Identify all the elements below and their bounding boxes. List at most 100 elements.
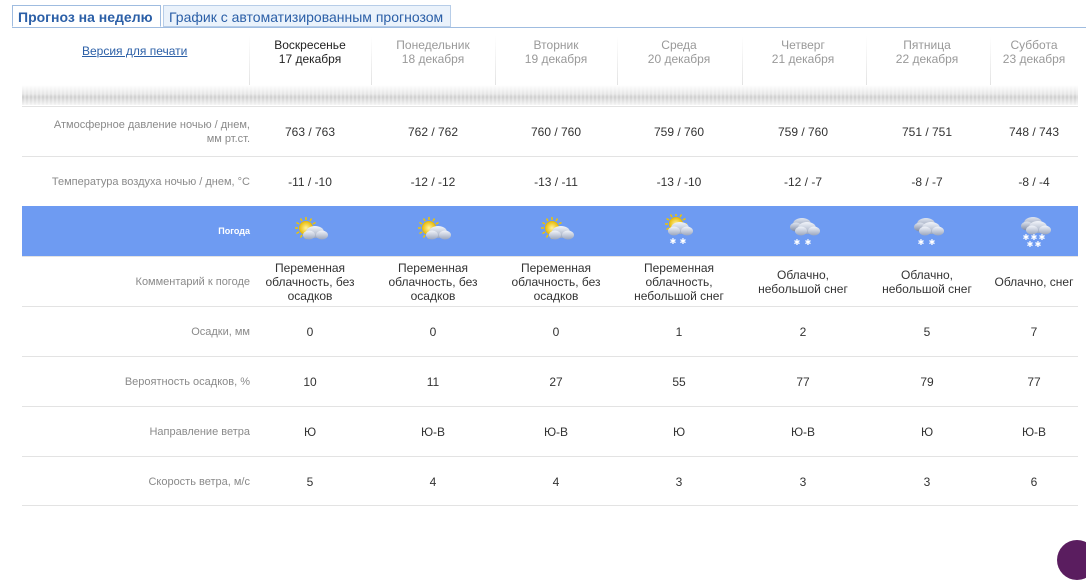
cell-temperature: -12 / -7	[743, 175, 863, 189]
day-name: Вторник	[533, 38, 579, 52]
cell-pressure: 763 / 763	[250, 125, 370, 139]
cell-wind-speed: 3	[867, 475, 987, 489]
cell-precip: 0	[250, 325, 370, 339]
cloudy-light-snow-icon: ✱ ✱	[783, 214, 823, 250]
cell-precip: 0	[496, 325, 616, 339]
cell-temperature: -13 / -11	[496, 175, 616, 189]
day-date: 18 декабря	[401, 52, 465, 66]
svg-text:✱: ✱	[794, 238, 801, 247]
cell-precip: 2	[743, 325, 863, 339]
day-date: 17 декабря	[278, 52, 342, 66]
row-label: Погода	[218, 224, 250, 238]
cell-line: Ю-В	[790, 425, 816, 439]
cell-comment: Облачно, небольшой снег	[743, 268, 863, 296]
cell-temperature: -11 / -10	[250, 175, 370, 189]
print-version-link[interactable]: Версия для печати	[82, 44, 187, 58]
cell-line: 1	[675, 325, 683, 339]
partly-cloudy-icon	[413, 214, 453, 250]
cell-line: Переменная	[521, 261, 591, 275]
cell-line: -8 / -7	[911, 175, 943, 189]
cell-line: 5	[923, 325, 931, 339]
row-wind-speed: Скорость ветра, м/с 5 4 4 3 3 3 6	[22, 456, 1078, 506]
cell-probability: 79	[867, 375, 987, 389]
cell-wind-dir: Ю	[619, 425, 739, 439]
day-date: 19 декабря	[524, 52, 588, 66]
cell-comment: Переменная облачность, без осадков	[373, 261, 493, 303]
cell-line: небольшой снег	[882, 282, 972, 296]
row-label-line: Комментарий к погоде	[135, 276, 250, 288]
cell-wind-speed: 3	[619, 475, 739, 489]
cell-line: 0	[429, 325, 437, 339]
svg-text:✱: ✱	[680, 237, 687, 246]
day-date: 21 декабря	[771, 52, 835, 66]
cell-temperature: -8 / -7	[867, 175, 987, 189]
cell-wind-dir: Ю	[250, 425, 370, 439]
cell-precip: 0	[373, 325, 493, 339]
column-separator	[866, 36, 867, 90]
row-label-line: Погода	[218, 226, 250, 236]
day-header: Вторник 19 декабря	[496, 38, 616, 66]
cell-wind-speed: 4	[496, 475, 616, 489]
cell-line: Облачно, снег	[994, 275, 1074, 289]
row-pressure: Атмосферное давление ночью / днем, мм рт.…	[22, 106, 1078, 156]
cell-line: 5	[306, 475, 314, 489]
row-label: Атмосферное давление ночью / днем, мм рт.…	[54, 118, 250, 146]
cell-line: 0	[552, 325, 560, 339]
day-date: 20 декабря	[647, 52, 711, 66]
partly-cloudy-light-snow-icon: ✱ ✱	[659, 213, 699, 250]
cell-line: -13 / -10	[656, 175, 702, 189]
day-name: Среда	[661, 38, 697, 52]
cell-line: 27	[549, 375, 563, 389]
row-wind-dir: Направление ветра Ю Ю-В Ю-В Ю Ю-В Ю Ю-В	[22, 406, 1078, 456]
row-label-line: Атмосферное давление ночью / днем,	[53, 119, 250, 131]
day-header: Воскресенье 17 декабря	[250, 38, 370, 66]
cell-line: 759 / 760	[653, 125, 705, 139]
column-separator	[990, 36, 991, 90]
row-label: Скорость ветра, м/с	[148, 475, 250, 489]
row-precip: Осадки, мм 0 0 0 1 2 5 7	[22, 306, 1078, 356]
cell-line: -13 / -11	[534, 175, 578, 189]
day-header: Среда 20 декабря	[619, 38, 739, 66]
cell-line: 4	[552, 475, 560, 489]
cell-line: 7	[1030, 325, 1038, 339]
cell-wind-dir: Ю-В	[373, 425, 493, 439]
column-separator	[249, 36, 250, 90]
cell-line: 3	[675, 475, 683, 489]
cell-probability: 77	[743, 375, 863, 389]
cell-temperature: -8 / -4	[989, 175, 1079, 189]
cell-probability: 10	[250, 375, 370, 389]
cell-line: -8 / -4	[1018, 175, 1050, 189]
cell-precip: 1	[619, 325, 739, 339]
day-name: Четверг	[781, 38, 825, 52]
corner-widget[interactable]	[1057, 540, 1086, 580]
svg-text:✱: ✱	[929, 238, 936, 247]
cell-line: 4	[429, 475, 437, 489]
cell-comment: Переменная облачность, небольшой снег	[619, 261, 739, 303]
tab-week-forecast[interactable]: Прогноз на неделю	[12, 5, 161, 27]
cell-precip: 5	[867, 325, 987, 339]
cell-line: -11 / -10	[288, 175, 332, 189]
cell-line: 763 / 763	[284, 125, 336, 139]
cell-pressure: 751 / 751	[867, 125, 987, 139]
day-date: 23 декабря	[1002, 52, 1066, 66]
tab-automated-chart[interactable]: График с автоматизированным прогнозом	[163, 5, 451, 27]
cell-wind-dir: Ю-В	[989, 425, 1079, 439]
row-label-line: Температура воздуха ночью / днем, °С	[51, 176, 250, 188]
cell-line: Облачно,	[901, 268, 953, 282]
cell-wind-speed: 4	[373, 475, 493, 489]
cell-pressure: 762 / 762	[373, 125, 493, 139]
tab-underline	[12, 27, 1086, 28]
cell-line: 2	[799, 325, 807, 339]
day-header: Понедельник 18 декабря	[373, 38, 493, 66]
cell-line: облачность, без	[265, 275, 355, 289]
cell-line: облачность, без	[511, 275, 601, 289]
cell-comment: Облачно, снег	[989, 275, 1079, 289]
cell-pressure: 759 / 760	[619, 125, 739, 139]
cell-line: небольшой снег	[634, 289, 724, 303]
cell-line: Ю	[672, 425, 686, 439]
cell-wind-speed: 6	[989, 475, 1079, 489]
cell-precip: 7	[989, 325, 1079, 339]
cell-line: облачность, без	[388, 275, 478, 289]
column-separator	[617, 36, 618, 90]
cell-comment: Переменная облачность, без осадков	[496, 261, 616, 303]
